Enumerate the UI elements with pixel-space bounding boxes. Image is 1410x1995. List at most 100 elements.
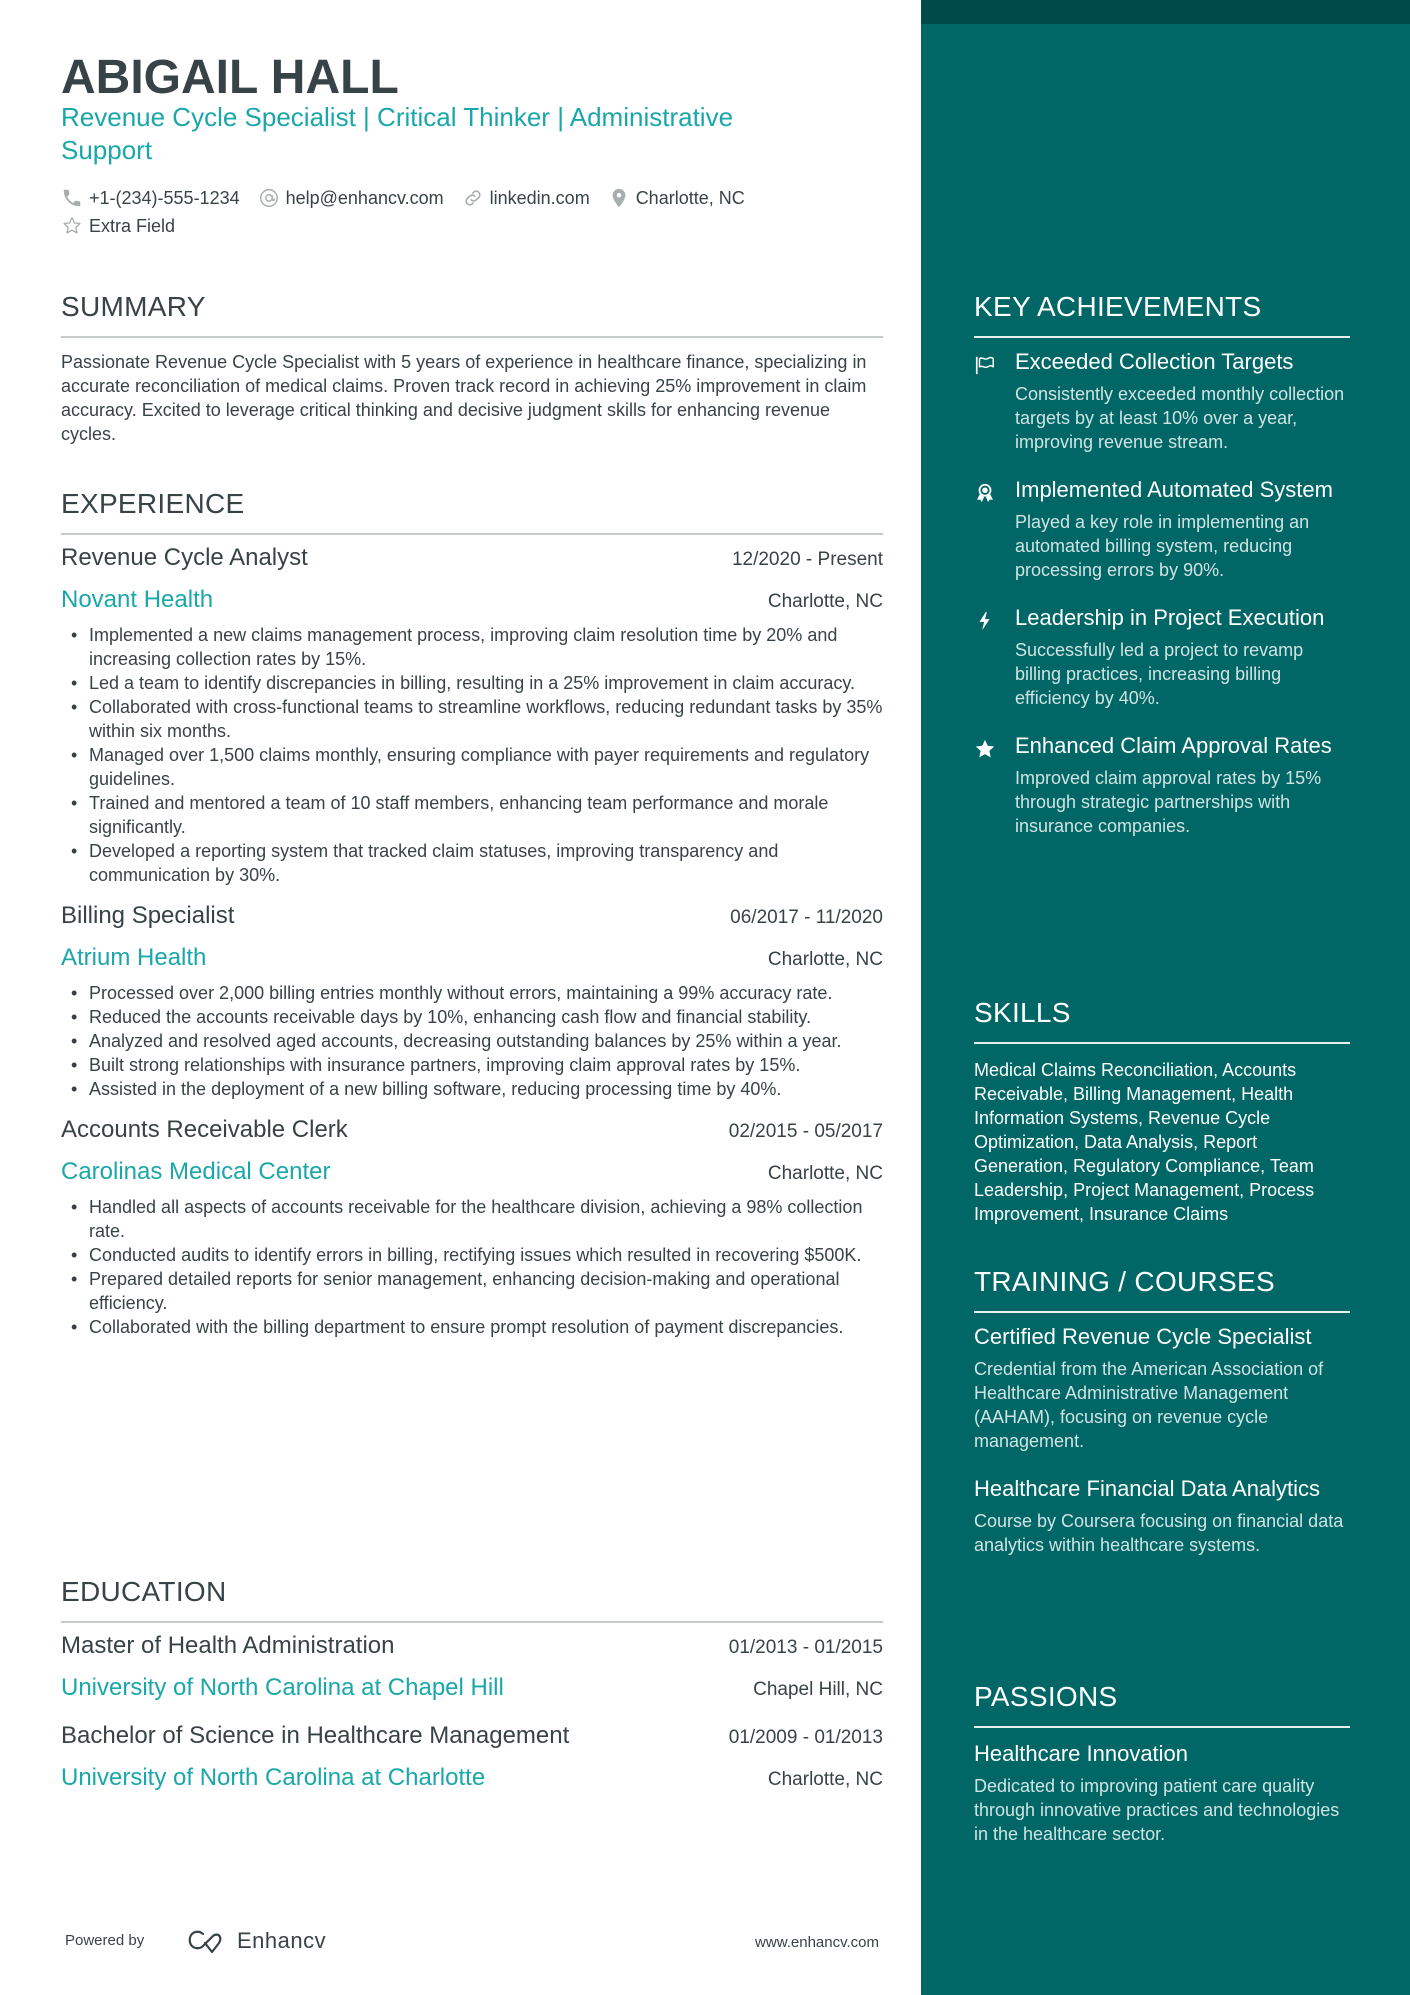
job-bullets: Handled all aspects of accounts receivab…: [61, 1195, 883, 1339]
course-description: Course by Coursera focusing on financial…: [974, 1511, 1344, 1555]
job-title: Billing Specialist: [61, 902, 235, 929]
flag-icon: [974, 354, 996, 376]
achievements-section: KEY ACHIEVEMENTS Exceeded Collection Tar…: [974, 290, 1350, 838]
contact-email[interactable]: help@enhancv.com: [258, 184, 444, 212]
bullet-item: Led a team to identify discrepancies in …: [61, 671, 883, 695]
headline-part: Critical Thinker: [377, 102, 550, 132]
skills-list: Medical Claims Reconciliation, Accounts …: [974, 1060, 1315, 1224]
summary-text: Passionate Revenue Cycle Specialist with…: [61, 352, 867, 444]
website-link[interactable]: www.enhancv.com: [755, 1934, 879, 1951]
job-title: Revenue Cycle Analyst: [61, 544, 308, 571]
job-location: Charlotte, NC: [767, 949, 883, 970]
job-dates: 02/2015 - 05/2017: [728, 1121, 883, 1142]
contact-linkedin-text: linkedin.com: [489, 188, 590, 208]
contact-linkedin[interactable]: linkedin.com: [462, 184, 590, 212]
passions-section: PASSIONS Healthcare Innovation Dedicated…: [974, 1680, 1350, 1846]
bullet-item: Assisted in the deployment of a new bill…: [61, 1077, 883, 1101]
contact-extra-text: Extra Field: [89, 216, 176, 236]
summary-section: SUMMARY Passionate Revenue Cycle Special…: [61, 290, 883, 446]
passions-heading: PASSIONS: [974, 1681, 1118, 1712]
experience-entry: Billing Specialist 06/2017 - 11/2020 Atr…: [61, 899, 883, 1101]
achievement-description: Successfully led a project to revamp bil…: [1015, 640, 1304, 708]
contact-location-text: Charlotte, NC: [635, 188, 745, 208]
section-divider: [974, 1311, 1350, 1313]
school-name: University of North Carolina at Chapel H…: [61, 1674, 504, 1701]
education-heading: EDUCATION: [61, 1576, 227, 1607]
section-divider: [974, 1726, 1350, 1728]
enhancv-logo[interactable]: Enhancv: [183, 1928, 326, 1954]
experience-entry: Revenue Cycle Analyst 12/2020 - Present …: [61, 541, 883, 887]
headline-separator: |: [363, 102, 370, 132]
bullet-item: Collaborated with the billing department…: [61, 1315, 883, 1339]
achievement-title: Implemented Automated System: [1015, 477, 1333, 502]
education-entry: Master of Health Administration 01/2013 …: [61, 1629, 883, 1707]
headline-part: Revenue Cycle Specialist: [61, 102, 356, 132]
bullet-item: Trained and mentored a team of 10 staff …: [61, 791, 883, 839]
section-divider: [61, 533, 883, 535]
job-location: Charlotte, NC: [767, 591, 883, 612]
headline-separator: |: [557, 102, 564, 132]
link-icon: [462, 187, 484, 209]
lightning-bolt-icon: [974, 610, 996, 632]
star-outline-icon: [61, 215, 83, 237]
contact-email-text: help@enhancv.com: [285, 188, 444, 208]
at-icon: [258, 187, 280, 209]
training-section: TRAINING / COURSES Certified Revenue Cyc…: [974, 1265, 1350, 1557]
contact-location: Charlotte, NC: [608, 184, 745, 212]
contact-extra: Extra Field: [61, 212, 175, 240]
job-title: Accounts Receivable Clerk: [61, 1116, 348, 1143]
bullet-item: Handled all aspects of accounts receivab…: [61, 1195, 883, 1243]
powered-by-label: Powered by: [65, 1932, 145, 1949]
section-divider: [61, 1621, 883, 1623]
bullet-item: Developed a reporting system that tracke…: [61, 839, 883, 887]
achievement-description: Played a key role in implementing an aut…: [1015, 512, 1310, 580]
job-dates: 12/2020 - Present: [731, 549, 883, 570]
award-medal-icon: [974, 482, 996, 504]
sidebar-top-band: [921, 0, 1410, 24]
school-location: Chapel Hill, NC: [753, 1679, 883, 1700]
training-heading: TRAINING / COURSES: [974, 1266, 1275, 1297]
achievement-description: Consistently exceeded monthly collection…: [1015, 384, 1345, 452]
bullet-item: Analyzed and resolved aged accounts, dec…: [61, 1029, 883, 1053]
bullet-item: Conducted audits to identify errors in b…: [61, 1243, 883, 1267]
bullet-item: Prepared detailed reports for senior man…: [61, 1267, 883, 1315]
bullet-item: Implemented a new claims management proc…: [61, 623, 883, 671]
enhancv-logo-icon: [183, 1928, 231, 1954]
job-dates: 06/2017 - 11/2020: [730, 907, 883, 928]
course-description: Credential from the American Association…: [974, 1359, 1324, 1451]
achievement-item: Implemented Automated System Played a ke…: [974, 476, 1350, 582]
section-divider: [974, 336, 1350, 338]
section-divider: [974, 1042, 1350, 1044]
skills-heading: SKILLS: [974, 997, 1071, 1028]
job-bullets: Processed over 2,000 billing entries mon…: [61, 981, 883, 1101]
achievement-item: Enhanced Claim Approval Rates Improved c…: [974, 732, 1350, 838]
achievement-title: Exceeded Collection Targets: [1015, 349, 1294, 374]
passion-item: Healthcare Innovation Dedicated to impro…: [974, 1740, 1350, 1846]
school-location: Charlotte, NC: [767, 1769, 883, 1790]
experience-entry: Accounts Receivable Clerk 02/2015 - 05/2…: [61, 1113, 883, 1339]
education-dates: 01/2013 - 01/2015: [728, 1637, 883, 1658]
course-title: Certified Revenue Cycle Specialist: [974, 1324, 1312, 1349]
company-name: Novant Health: [61, 586, 214, 613]
course-item: Certified Revenue Cycle Specialist Crede…: [974, 1323, 1350, 1453]
achievement-item: Exceeded Collection Targets Consistently…: [974, 348, 1350, 454]
section-divider: [61, 336, 883, 338]
summary-heading: SUMMARY: [61, 291, 206, 322]
company-name: Carolinas Medical Center: [61, 1158, 331, 1185]
passion-title: Healthcare Innovation: [974, 1741, 1189, 1766]
course-title: Healthcare Financial Data Analytics: [974, 1476, 1321, 1501]
achievements-heading: KEY ACHIEVEMENTS: [974, 291, 1262, 322]
contact-phone[interactable]: +1-(234)-555-1234: [61, 184, 240, 212]
location-pin-icon: [608, 187, 630, 209]
experience-heading: EXPERIENCE: [61, 488, 245, 519]
enhancv-logo-text: Enhancv: [237, 1928, 327, 1953]
bullet-item: Built strong relationships with insuranc…: [61, 1053, 883, 1077]
degree-title: Master of Health Administration: [61, 1632, 395, 1659]
degree-title: Bachelor of Science in Healthcare Manage…: [61, 1722, 570, 1749]
bullet-item: Processed over 2,000 billing entries mon…: [61, 981, 883, 1005]
company-name: Atrium Health: [61, 944, 207, 971]
achievement-title: Enhanced Claim Approval Rates: [1015, 733, 1332, 758]
passion-description: Dedicated to improving patient care qual…: [974, 1776, 1340, 1844]
sidebar: KEY ACHIEVEMENTS Exceeded Collection Tar…: [921, 0, 1410, 1995]
achievement-description: Improved claim approval rates by 15% thr…: [1015, 768, 1322, 836]
